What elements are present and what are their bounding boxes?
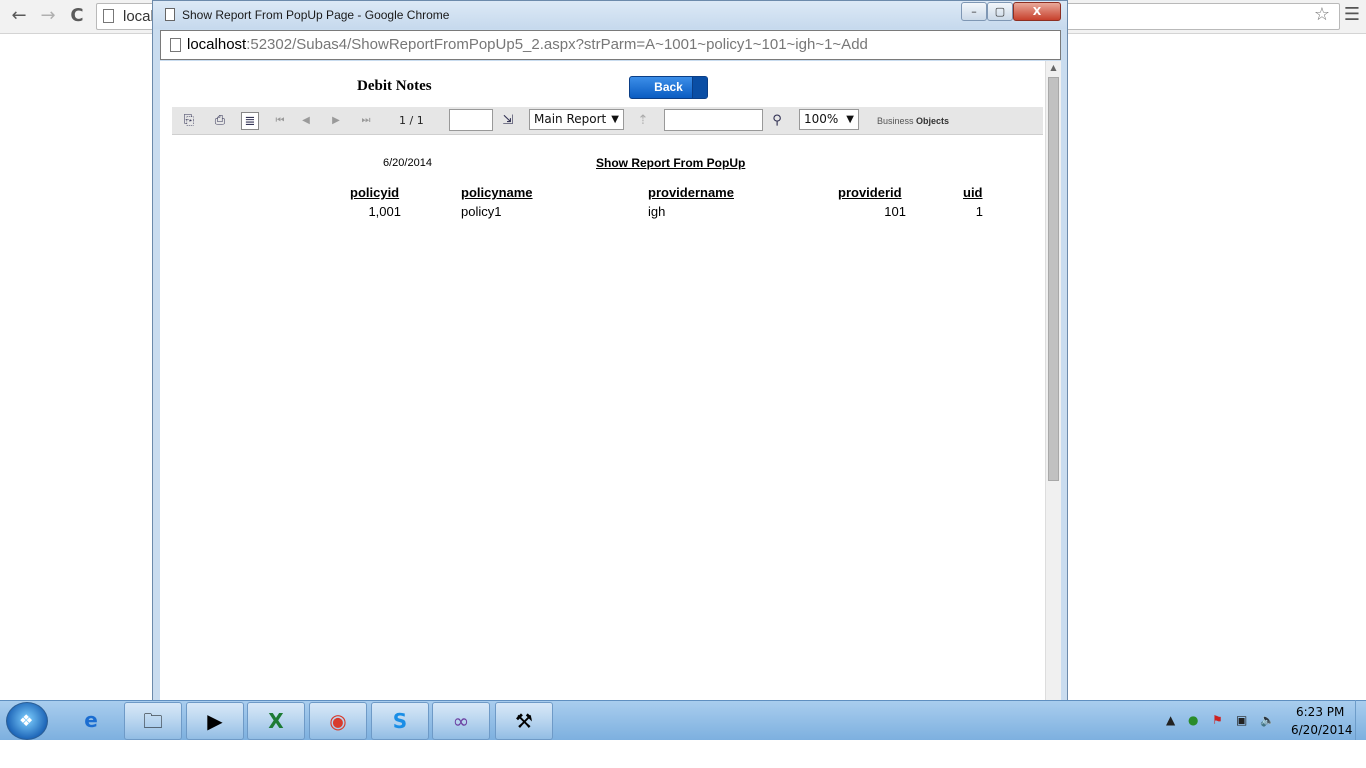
crystal-report-toolbar: ⎘ ⎙ ≣ ⏮ ◀ ▶ ⏭ 1 / 1 ⇲ Main Report ▼ ⇡ ⚲ 1… <box>172 107 1043 135</box>
report-subtitle: Show Report From PopUp <box>596 156 746 170</box>
find-binoculars-icon[interactable]: ⚲ <box>768 112 786 130</box>
dropdown-arrow-icon: ▼ <box>846 114 854 125</box>
cell-providerid: 101 <box>884 204 906 219</box>
group-tree-toggle-icon[interactable]: ≣ <box>241 112 259 130</box>
maximize-button[interactable]: ▢ <box>987 2 1013 21</box>
report-date: 6/20/2014 <box>383 157 432 169</box>
page-icon <box>103 9 114 23</box>
dropdown-arrow-icon: ▼ <box>611 114 619 125</box>
column-header-providername: providername <box>648 185 734 200</box>
column-header-policyname: policyname <box>461 185 533 200</box>
popup-title-bar[interactable]: Show Report From PopUp Page - Google Chr… <box>153 1 1067 29</box>
search-text-input[interactable] <box>664 109 763 131</box>
cell-policyid: 1,001 <box>368 204 401 219</box>
report-selector-value: Main Report <box>534 112 607 126</box>
goto-page-icon[interactable]: ⇲ <box>499 112 517 130</box>
skype-icon[interactable]: S <box>371 702 429 740</box>
first-page-icon[interactable]: ⏮ <box>274 112 286 130</box>
popup-window-title: Show Report From PopUp Page - Google Chr… <box>182 8 450 22</box>
next-page-icon[interactable]: ▶ <box>330 112 342 130</box>
start-button[interactable] <box>6 702 48 740</box>
windows-taskbar: e 🗀 ▶ X ◉ S ∞ ⚒ ▲ ● ⚑ ▣ 🔈 <box>0 700 1366 740</box>
page-icon <box>170 38 181 52</box>
media-player-icon[interactable]: ▶ <box>186 702 244 740</box>
reload-icon[interactable]: C <box>66 5 88 27</box>
excel-icon[interactable]: X <box>247 702 305 740</box>
cell-providername: igh <box>648 204 666 219</box>
bookmark-star-icon[interactable]: ☆ <box>1314 4 1330 25</box>
url-host: localhost <box>187 36 247 53</box>
popup-window: Show Report From PopUp Page - Google Chr… <box>152 0 1068 701</box>
popup-content: Debit Notes Back ⎘ ⎙ ≣ ⏮ ◀ ▶ ⏭ 1 / 1 ⇲ M… <box>160 61 1061 701</box>
previous-page-icon[interactable]: ◀ <box>300 112 312 130</box>
page-icon <box>165 8 175 21</box>
vs-icon[interactable]: ∞ <box>432 702 490 740</box>
clock-date[interactable]: 6/20/2014 <box>1291 723 1353 737</box>
scroll-up-icon[interactable]: ▲ <box>1046 63 1061 72</box>
url-path: :52302/Subas4/ShowReportFromPopUp5_2.asp… <box>246 36 868 53</box>
column-header-policyid: policyid <box>350 185 400 200</box>
clock-time[interactable]: 6:23 PM <box>1296 705 1344 719</box>
ie-icon[interactable]: e <box>62 702 120 740</box>
vertical-scrollbar[interactable]: ▲ <box>1045 61 1061 701</box>
volume-icon[interactable]: 🔈 <box>1260 713 1275 727</box>
show-hidden-icons-icon[interactable]: ▲ <box>1166 713 1175 727</box>
column-header-providerid: providerid <box>838 185 902 200</box>
back-button[interactable]: Back <box>629 76 708 99</box>
report-title: Debit Notes <box>357 78 432 94</box>
back-arrow-icon[interactable]: ← <box>8 5 30 27</box>
cell-uid: 1 <box>975 204 983 219</box>
column-header-uid: uid <box>963 185 983 200</box>
business-objects-logo: Business Objects <box>877 116 949 126</box>
drill-up-icon[interactable]: ⇡ <box>634 112 652 130</box>
explorer-icon[interactable]: 🗀 <box>124 702 182 740</box>
zoom-value: 100% <box>804 112 839 126</box>
popup-address-bar[interactable]: localhost:52302/Subas4/ShowReportFromPop… <box>160 30 1061 60</box>
zoom-selector[interactable]: 100% ▼ <box>799 109 859 130</box>
goto-page-input[interactable] <box>449 109 493 131</box>
report-selector[interactable]: Main Report ▼ <box>529 109 624 130</box>
close-button[interactable]: X <box>1013 2 1061 21</box>
scrollbar-thumb[interactable] <box>1048 77 1059 481</box>
chrome-icon[interactable]: ◉ <box>309 702 367 740</box>
minimize-button[interactable]: – <box>961 2 987 21</box>
page-count: 1 / 1 <box>399 114 424 127</box>
sql-tools-icon[interactable]: ⚒ <box>495 702 553 740</box>
back-button-label: Back <box>654 80 683 94</box>
chrome-menu-icon[interactable]: ☰ <box>1344 4 1360 25</box>
network-icon[interactable]: ▣ <box>1236 713 1247 727</box>
last-page-icon[interactable]: ⏭ <box>360 112 372 130</box>
cell-policyname: policy1 <box>461 204 502 219</box>
logo-name: Objects <box>916 116 950 126</box>
action-center-flag-icon[interactable]: ⚑ <box>1212 713 1223 727</box>
show-desktop-button[interactable] <box>1355 700 1366 740</box>
security-icon[interactable]: ● <box>1188 713 1198 727</box>
popup-url: localhost:52302/Subas4/ShowReportFromPop… <box>187 36 868 53</box>
logo-prefix: Business <box>877 116 914 126</box>
print-icon[interactable]: ⎙ <box>211 112 229 130</box>
forward-arrow-icon[interactable]: → <box>37 5 59 27</box>
background-address-text: local <box>123 8 154 25</box>
export-icon[interactable]: ⎘ <box>180 112 198 130</box>
